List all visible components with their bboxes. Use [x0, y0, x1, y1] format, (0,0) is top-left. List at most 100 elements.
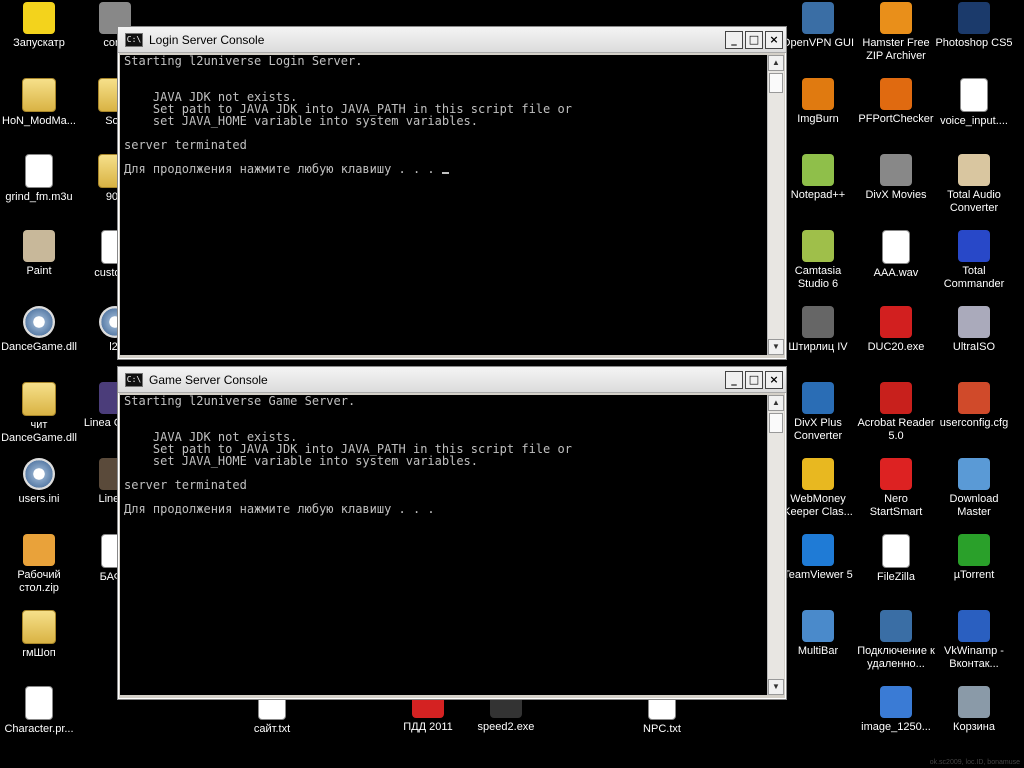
- scroll-down-arrow-icon[interactable]: ▼: [768, 339, 784, 355]
- desktop-icon[interactable]: Camtasia Studio 6: [779, 230, 857, 291]
- console-line: Для продолжения нажмите любую клавишу . …: [124, 502, 435, 516]
- teamviewer-icon: [802, 534, 834, 566]
- console-line: Для продолжения нажмите любую клавишу . …: [124, 162, 442, 176]
- game-scrollbar[interactable]: ▲ ▼: [767, 395, 784, 695]
- desktop-icon[interactable]: Photoshop CS5: [935, 2, 1013, 50]
- hamster-icon: [880, 2, 912, 34]
- desktop-icon[interactable]: чит DanceGame.dll: [0, 382, 78, 445]
- duc-icon: [880, 306, 912, 338]
- desktop-icon-label: NPC.txt: [643, 723, 681, 735]
- minimize-button[interactable]: _: [725, 370, 743, 389]
- desktop-icon[interactable]: WebMoney Keeper Clas...: [779, 458, 857, 519]
- desktop-icon[interactable]: Запускатр: [0, 2, 78, 50]
- desktop-icon[interactable]: Character.pr...: [0, 686, 78, 736]
- desktop-icon[interactable]: users.ini: [0, 458, 78, 506]
- desktop-icon-label: MultiBar: [797, 645, 839, 657]
- desktop-icon[interactable]: DivX Plus Converter: [779, 382, 857, 443]
- desktop-icon[interactable]: userconfig.cfg: [935, 382, 1013, 430]
- scroll-down-arrow-icon[interactable]: ▼: [768, 679, 784, 695]
- desktop-icon[interactable]: DivX Movies: [857, 154, 935, 202]
- game-server-console-window[interactable]: C:\ Game Server Console _ □ × Starting l…: [117, 366, 787, 700]
- audio-file-icon: [882, 230, 910, 264]
- game-console-output[interactable]: Starting l2universe Game Server. JAVA JD…: [120, 395, 784, 695]
- console-line: set JAVA_HOME variable into system varia…: [124, 114, 479, 128]
- desktop-icon[interactable]: TeamViewer 5: [779, 534, 857, 582]
- desktop-icon[interactable]: MultiBar: [779, 610, 857, 658]
- minimize-button[interactable]: _: [725, 30, 743, 49]
- login-window-titlebar[interactable]: C:\ Login Server Console _ □ ×: [118, 27, 786, 53]
- desktop-icon[interactable]: ImgBurn: [779, 78, 857, 126]
- desktop-icon[interactable]: OpenVPN GUI: [779, 2, 857, 50]
- desktop-icon-label: Hamster Free ZIP Archiver: [862, 37, 930, 62]
- desktop-icon[interactable]: Notepad++: [779, 154, 857, 202]
- desktop-icon-label: UltraISO: [952, 341, 996, 353]
- desktop-icon[interactable]: Total Audio Converter: [935, 154, 1013, 215]
- remote-desktop-icon: [880, 610, 912, 642]
- console-line: set JAVA_HOME variable into system varia…: [124, 454, 479, 468]
- desktop-icon[interactable]: grind_fm.m3u: [0, 154, 78, 204]
- document-icon: [25, 686, 53, 720]
- desktop-icon-label: DanceGame.dll: [1, 341, 77, 353]
- desktop-icon[interactable]: Рабочий стол.zip: [0, 534, 78, 595]
- scroll-thumb[interactable]: [769, 73, 783, 93]
- desktop-icon-label: FileZilla: [877, 571, 915, 583]
- desktop-icon-label: DUC20.exe: [867, 341, 925, 353]
- login-scrollbar[interactable]: ▲ ▼: [767, 55, 784, 355]
- desktop-icon[interactable]: Acrobat Reader 5.0: [857, 382, 935, 443]
- desktop-icon[interactable]: DUC20.exe: [857, 306, 935, 354]
- desktop-icon-label: Штирлиц IV: [788, 341, 848, 353]
- desktop-icon-label: Photoshop CS5: [935, 37, 1013, 49]
- desktop-icon[interactable]: AAA.wav: [857, 230, 935, 280]
- desktop-icon-label: Total Audio Converter: [947, 189, 1001, 214]
- desktop-icon-label: DivX Movies: [865, 189, 927, 201]
- audio-converter-icon: [958, 154, 990, 186]
- config-icon: [958, 382, 990, 414]
- desktop-icon[interactable]: image_1250...: [857, 686, 935, 734]
- maximize-button[interactable]: □: [745, 30, 763, 49]
- desktop-icon[interactable]: PFPortChecker: [857, 78, 935, 126]
- login-server-console-window[interactable]: C:\ Login Server Console _ □ × Starting …: [117, 26, 787, 360]
- cmd-icon: C:\: [125, 32, 143, 47]
- audio-file-icon: [25, 154, 53, 188]
- scroll-up-arrow-icon[interactable]: ▲: [768, 55, 784, 71]
- scroll-thumb[interactable]: [769, 413, 783, 433]
- close-button[interactable]: ×: [765, 370, 783, 389]
- desktop-icon-label: Nero StartSmart: [869, 493, 923, 518]
- desktop-icon[interactable]: rмШоп: [0, 610, 78, 660]
- desktop-icon-label: image_1250...: [861, 721, 931, 733]
- game-window-title: Game Server Console: [149, 372, 268, 387]
- close-button[interactable]: ×: [765, 30, 783, 49]
- desktop-icon-label: OpenVPN GUI: [781, 37, 855, 49]
- desktop-icon[interactable]: VkWinamp - Вконтак...: [935, 610, 1013, 671]
- folder-icon: [22, 382, 56, 416]
- zip-icon: [23, 534, 55, 566]
- watermark-text: ok.sc2009, loc.ID, bonamuse: [929, 759, 1020, 766]
- stirlitz-icon: [802, 306, 834, 338]
- desktop-icon-label: Download Master: [949, 493, 999, 518]
- desktop-icon-label: Notepad++: [790, 189, 846, 201]
- desktop-icon[interactable]: Штирлиц IV: [779, 306, 857, 354]
- desktop-icon[interactable]: µTorrent: [935, 534, 1013, 582]
- desktop-icon-label: rмШоп: [22, 647, 56, 659]
- game-window-titlebar[interactable]: C:\ Game Server Console _ □ ×: [118, 367, 786, 393]
- desktop-icon[interactable]: DanceGame.dll: [0, 306, 78, 354]
- desktop-icon-label: PFPortChecker: [858, 113, 934, 125]
- desktop-icon[interactable]: Total Commander: [935, 230, 1013, 291]
- desktop-icon[interactable]: HoN_ModMa...: [0, 78, 78, 128]
- login-console-output[interactable]: Starting l2universe Login Server. JAVA J…: [120, 55, 784, 355]
- desktop-icon[interactable]: Paint: [0, 230, 78, 278]
- desktop-icon-label: ImgBurn: [797, 113, 839, 125]
- desktop-icon[interactable]: Download Master: [935, 458, 1013, 519]
- desktop-icon[interactable]: FileZilla: [857, 534, 935, 584]
- maximize-button[interactable]: □: [745, 370, 763, 389]
- desktop-icon[interactable]: voice_input....: [935, 78, 1013, 128]
- desktop-icon[interactable]: Hamster Free ZIP Archiver: [857, 2, 935, 63]
- desktop-icon[interactable]: Подключение к удаленно...: [857, 610, 935, 671]
- disc-icon: [958, 306, 990, 338]
- desktop-icon-label: µTorrent: [953, 569, 995, 581]
- desktop-icon[interactable]: Корзина: [935, 686, 1013, 734]
- recycle-bin-icon: [958, 686, 990, 718]
- scroll-up-arrow-icon[interactable]: ▲: [768, 395, 784, 411]
- desktop-icon[interactable]: UltraISO: [935, 306, 1013, 354]
- desktop-icon[interactable]: Nero StartSmart: [857, 458, 935, 519]
